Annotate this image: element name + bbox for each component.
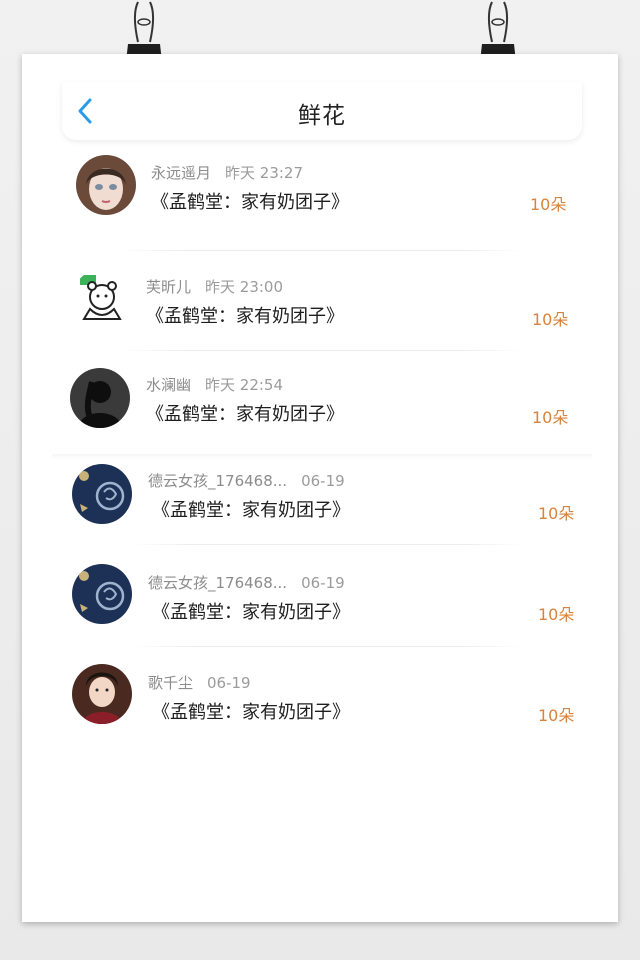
cartoon-bear-icon [72, 269, 132, 329]
flower-count: 10朵 [538, 605, 575, 624]
avatar[interactable] [70, 368, 130, 428]
timestamp: 昨天 23:00 [205, 278, 284, 296]
list-item[interactable]: 芙昕儿 昨天 23:00 《孟鹤堂：家有奶团子》 10朵 [22, 266, 618, 356]
book-title[interactable]: 《孟鹤堂：家有奶团子》 [152, 598, 350, 624]
list-item[interactable]: 水澜幽 昨天 22:54 《孟鹤堂：家有奶团子》 10朵 [22, 366, 618, 456]
user-meta: 芙昕儿 昨天 23:00 [146, 276, 283, 297]
list-item[interactable]: 永远遥月 昨天 23:27 《孟鹤堂：家有奶团子》 10朵 [22, 152, 618, 242]
avatar[interactable] [72, 269, 132, 329]
poster-stage: 鲜花 永远遥月 昨天 23:27 《孟鹤堂：家有奶团子》 10朵 芙昕儿 昨天 … [0, 0, 640, 960]
user-meta: 德云女孩_176468... 06-19 [148, 470, 345, 491]
user-name[interactable]: 歌千尘 [148, 674, 193, 692]
flower-count: 10朵 [532, 310, 569, 329]
timestamp: 06-19 [301, 574, 345, 592]
page-title: 鲜花 [298, 103, 346, 129]
section-separator [52, 454, 592, 460]
divider [132, 646, 522, 647]
book-title[interactable]: 《孟鹤堂：家有奶团子》 [152, 496, 350, 522]
avatar[interactable] [72, 464, 132, 524]
moon-emblem-icon [72, 564, 132, 624]
flower-count: 10朵 [532, 408, 569, 427]
user-name[interactable]: 德云女孩_176468... [148, 574, 287, 592]
list-item[interactable]: 德云女孩_176468... 06-19 《孟鹤堂：家有奶团子》 10朵 [22, 462, 618, 552]
user-name[interactable]: 芙昕儿 [146, 278, 191, 296]
user-meta: 水澜幽 昨天 22:54 [146, 374, 283, 395]
book-title[interactable]: 《孟鹤堂：家有奶团子》 [152, 698, 350, 724]
user-meta: 德云女孩_176468... 06-19 [148, 572, 345, 593]
book-title[interactable]: 《孟鹤堂：家有奶团子》 [146, 302, 344, 328]
user-meta: 永远遥月 昨天 23:27 [151, 162, 303, 183]
divider [132, 544, 522, 545]
avatar[interactable] [72, 664, 132, 724]
list-item[interactable]: 德云女孩_176468... 06-19 《孟鹤堂：家有奶团子》 10朵 [22, 562, 618, 652]
user-name[interactable]: 水澜幽 [146, 376, 191, 394]
avatar[interactable] [76, 155, 136, 215]
timestamp: 昨天 22:54 [205, 376, 284, 394]
flower-count: 10朵 [538, 706, 575, 725]
timestamp: 06-19 [207, 674, 251, 692]
divider [122, 250, 522, 251]
user-name[interactable]: 永远遥月 [151, 164, 211, 182]
dark-silhouette-icon [70, 368, 130, 428]
avatar[interactable] [72, 564, 132, 624]
girl-portrait-icon [76, 155, 136, 215]
divider [122, 350, 522, 351]
timestamp: 昨天 23:27 [225, 164, 304, 182]
book-title[interactable]: 《孟鹤堂：家有奶团子》 [151, 188, 349, 214]
moon-emblem-icon [72, 464, 132, 524]
app-screen: 鲜花 永远遥月 昨天 23:27 《孟鹤堂：家有奶团子》 10朵 芙昕儿 昨天 … [22, 54, 618, 922]
flower-count: 10朵 [530, 195, 567, 214]
timestamp: 06-19 [301, 472, 345, 490]
list-item[interactable]: 歌千尘 06-19 《孟鹤堂：家有奶团子》 10朵 [22, 662, 618, 752]
book-title[interactable]: 《孟鹤堂：家有奶团子》 [146, 400, 344, 426]
user-name[interactable]: 德云女孩_176468... [148, 472, 287, 490]
flower-count: 10朵 [538, 504, 575, 523]
boy-portrait-icon [72, 664, 132, 724]
user-meta: 歌千尘 06-19 [148, 672, 251, 693]
nav-header: 鲜花 [62, 82, 582, 140]
